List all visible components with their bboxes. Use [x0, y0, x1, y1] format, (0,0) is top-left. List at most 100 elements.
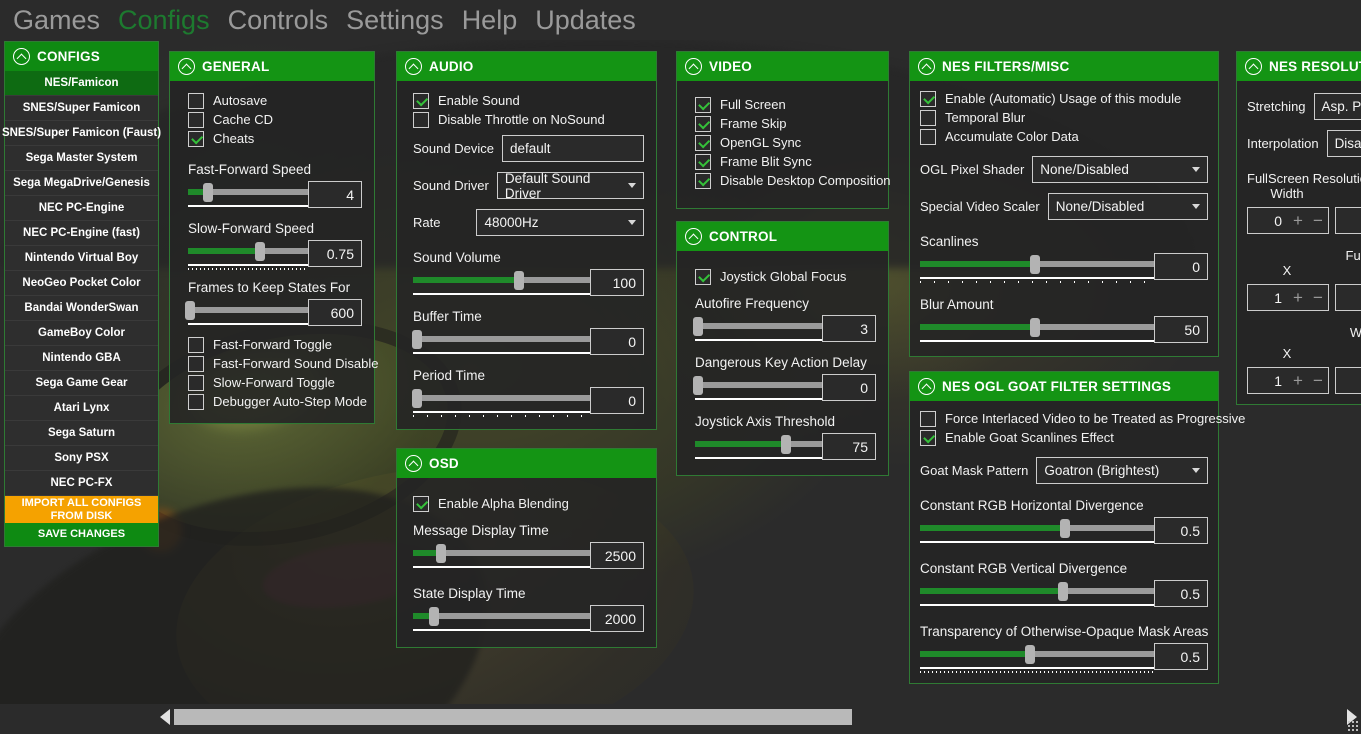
chevron-up-icon[interactable]: [178, 58, 195, 75]
sidebar-header[interactable]: CONFIGS: [5, 42, 158, 71]
video-header[interactable]: VIDEO: [677, 52, 888, 81]
slider-value-dangerous-key-action-delay[interactable]: 0: [822, 374, 876, 401]
checkbox-box[interactable]: [920, 109, 936, 126]
slider-value-transparency-mask-areas[interactable]: 0.5: [1154, 643, 1208, 670]
scroll-left-arrow-icon[interactable]: [160, 709, 170, 725]
plus-icon[interactable]: +: [1288, 211, 1308, 231]
checkbox-box[interactable]: [695, 96, 711, 113]
checkbox-box[interactable]: [695, 134, 711, 151]
slider-period-time[interactable]: 0: [411, 387, 644, 417]
slider-value-joystick-axis-threshold[interactable]: 75: [822, 433, 876, 460]
checkbox-box[interactable]: [920, 90, 936, 107]
checkbox-box[interactable]: [695, 153, 711, 170]
slider-track-area[interactable]: [413, 269, 590, 299]
checkbox-box[interactable]: [188, 111, 204, 128]
slider-track-area[interactable]: [920, 253, 1154, 283]
dropdown-interpolation[interactable]: Disab: [1326, 130, 1361, 157]
slider-value-rgb-vertical-divergence[interactable]: 0.5: [1154, 580, 1208, 607]
checkbox-box[interactable]: [188, 374, 204, 391]
checkbox-box[interactable]: [695, 268, 711, 285]
checkbox-frame-skip[interactable]: Frame Skip: [695, 114, 876, 133]
checkbox-box[interactable]: [695, 115, 711, 132]
import-all-configs-button[interactable]: IMPORT ALL CONFIGS FROM DISK: [5, 496, 158, 523]
horizontal-scrollbar[interactable]: [160, 704, 1357, 730]
plus-icon[interactable]: +: [1288, 371, 1308, 391]
slider-thumb[interactable]: [411, 389, 422, 408]
slider-thumb[interactable]: [1024, 645, 1035, 664]
scrollbar-trough[interactable]: [174, 709, 1343, 725]
checkbox-box[interactable]: [920, 429, 936, 446]
slider-joystick-axis-threshold[interactable]: 75: [695, 433, 876, 463]
checkbox-box[interactable]: [920, 410, 936, 427]
slider-thumb[interactable]: [203, 183, 214, 202]
checkbox-autosave[interactable]: Autosave: [188, 91, 362, 110]
dropdown-ogl-pixel-shader[interactable]: None/Disabled: [1032, 156, 1208, 183]
sidebar-item-nec-pc-engine[interactable]: NEC PC-Engine: [5, 196, 158, 221]
audio-header[interactable]: AUDIO: [397, 52, 656, 81]
checkbox-slow-forward-toggle[interactable]: Slow-Forward Toggle: [188, 373, 362, 392]
menu-item-games[interactable]: Games: [4, 4, 109, 36]
slider-slow-forward-speed[interactable]: 0.75: [188, 240, 362, 270]
slider-value-slow-forward-speed[interactable]: 0.75: [308, 240, 362, 267]
sidebar-item-nec-pc-fx[interactable]: NEC PC-FX: [5, 471, 158, 496]
checkbox-box[interactable]: [920, 128, 936, 145]
slider-track-area[interactable]: [411, 328, 590, 358]
slider-thumb[interactable]: [1029, 255, 1040, 274]
chevron-up-icon[interactable]: [918, 58, 935, 75]
checkbox-box[interactable]: [188, 355, 204, 372]
slider-thumb[interactable]: [781, 435, 792, 454]
menu-item-help[interactable]: Help: [453, 4, 527, 36]
slider-blur-amount[interactable]: 50: [920, 316, 1208, 346]
sidebar-item-neogeo-pocket-color[interactable]: NeoGeo Pocket Color: [5, 271, 158, 296]
checkbox-box[interactable]: [188, 92, 204, 109]
sidebar-item-sega-saturn[interactable]: Sega Saturn: [5, 421, 158, 446]
checkbox-frame-blit-sync[interactable]: Frame Blit Sync: [695, 152, 876, 171]
chevron-up-icon[interactable]: [685, 228, 702, 245]
spinner-fullscreen-scale-y[interactable]: [1335, 284, 1361, 311]
control-header[interactable]: CONTROL: [677, 222, 888, 251]
slider-track-area[interactable]: [920, 316, 1154, 346]
checkbox-box[interactable]: [413, 111, 429, 128]
chevron-up-icon[interactable]: [405, 58, 422, 75]
chevron-up-icon[interactable]: [1245, 58, 1262, 75]
slider-thumb[interactable]: [255, 242, 265, 261]
checkbox-enable-goat-scanlines[interactable]: Enable Goat Scanlines Effect: [920, 428, 1208, 447]
chevron-up-icon[interactable]: [918, 378, 935, 395]
checkbox-cheats[interactable]: Cheats: [188, 129, 362, 148]
slider-thumb[interactable]: [692, 376, 703, 395]
slider-thumb[interactable]: [1060, 519, 1071, 538]
checkbox-box[interactable]: [188, 130, 204, 147]
dropdown-stretching[interactable]: Asp. P: [1313, 93, 1361, 120]
menu-item-updates[interactable]: Updates: [526, 4, 645, 36]
slider-track-area[interactable]: [695, 433, 822, 463]
slider-thumb[interactable]: [1057, 582, 1068, 601]
spinner-fullscreen-width[interactable]: 0 + −: [1247, 207, 1329, 234]
menu-item-settings[interactable]: Settings: [337, 4, 453, 36]
checkbox-force-interlaced-progressive[interactable]: Force Interlaced Video to be Treated as …: [920, 409, 1245, 428]
sidebar-item-sega-megadrive[interactable]: Sega MegaDrive/Genesis: [5, 171, 158, 196]
resolution-header[interactable]: NES RESOLUTION: [1237, 52, 1361, 81]
sidebar-item-nes-famicon[interactable]: NES/Famicon: [5, 71, 158, 96]
checkbox-full-screen[interactable]: Full Screen: [695, 95, 876, 114]
slider-value-sound-volume[interactable]: 100: [590, 269, 644, 296]
checkbox-box[interactable]: [413, 92, 429, 109]
slider-scanlines[interactable]: 0: [920, 253, 1208, 283]
dropdown-goat-mask-pattern[interactable]: Goatron (Brightest): [1036, 457, 1208, 484]
slider-value-scanlines[interactable]: 0: [1154, 253, 1208, 280]
spinner-fullscreen-scale-x[interactable]: 1 + −: [1247, 284, 1329, 311]
checkbox-disable-desktop-composition[interactable]: Disable Desktop Composition: [695, 171, 891, 190]
sidebar-item-gameboy-color[interactable]: GameBoy Color: [5, 321, 158, 346]
sidebar-item-sega-game-gear[interactable]: Sega Game Gear: [5, 371, 158, 396]
checkbox-disable-throttle-nosound[interactable]: Disable Throttle on NoSound: [413, 110, 644, 129]
slider-frames-to-keep-states[interactable]: 600: [185, 299, 362, 329]
checkbox-enable-alpha-blending[interactable]: Enable Alpha Blending: [413, 494, 644, 513]
menu-item-configs[interactable]: Configs: [109, 4, 219, 36]
slider-rgb-vertical-divergence[interactable]: 0.5: [920, 580, 1208, 610]
slider-transparency-mask-areas[interactable]: 0.5: [920, 643, 1208, 673]
checkbox-box[interactable]: [413, 495, 429, 512]
checkbox-fast-forward-toggle[interactable]: Fast-Forward Toggle: [188, 335, 362, 354]
sidebar-item-nec-pc-engine-fast[interactable]: NEC PC-Engine (fast): [5, 221, 158, 246]
checkbox-enable-sound[interactable]: Enable Sound: [413, 91, 644, 110]
spinner-fullscreen-height[interactable]: [1335, 207, 1361, 234]
slider-track-area[interactable]: [413, 605, 590, 635]
